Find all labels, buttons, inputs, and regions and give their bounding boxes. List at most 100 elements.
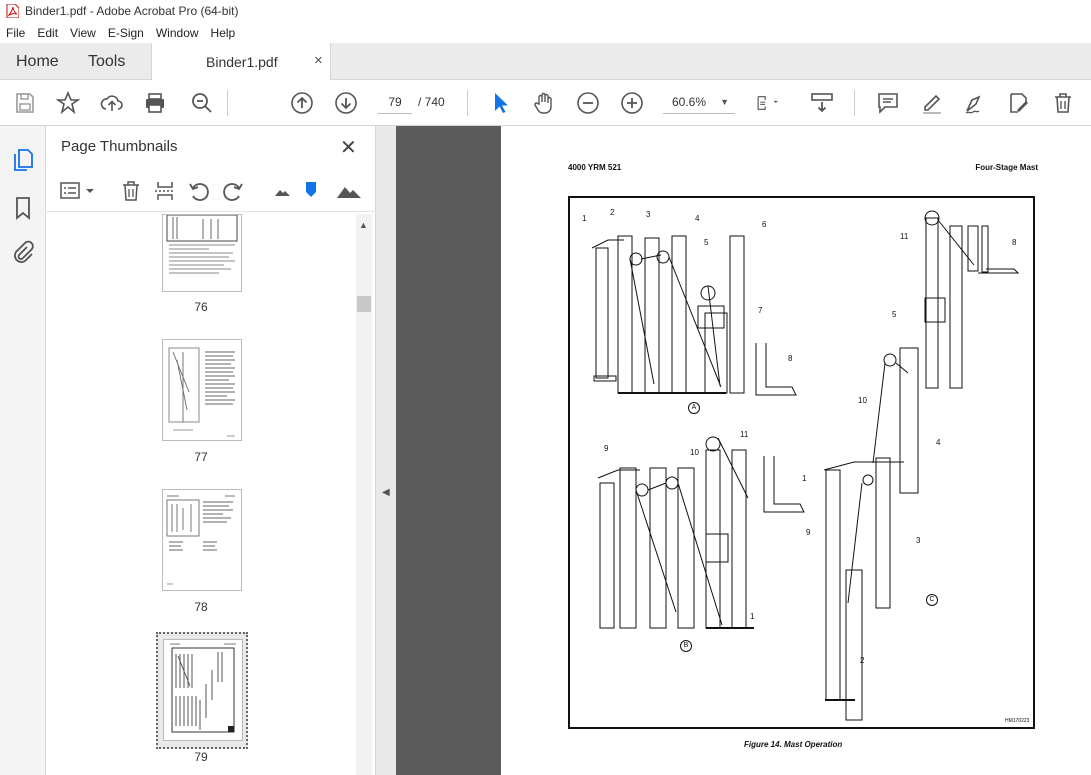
hand-icon[interactable] xyxy=(532,91,556,115)
figure-callout-3: 3 xyxy=(916,536,921,545)
figure-callout-4: 4 xyxy=(695,214,700,223)
scroll-up-icon[interactable]: ▲ xyxy=(359,220,368,230)
edit-pdf-icon[interactable] xyxy=(1007,91,1031,115)
figure-callout-1: 1 xyxy=(582,214,587,223)
figure-section-C: C xyxy=(926,594,938,606)
tab-document[interactable]: Binder1.pdf × xyxy=(151,43,331,80)
toolbar: 79 / 740 60.6% ▼ xyxy=(0,80,1091,126)
figure-callout-1: 1 xyxy=(750,612,755,621)
title-bar: Binder1.pdf - Adobe Acrobat Pro (64-bit) xyxy=(0,0,1091,22)
sign-icon[interactable] xyxy=(963,91,987,115)
thumbnail-page-76[interactable] xyxy=(162,214,242,292)
figure-callout-1: 1 xyxy=(802,474,807,483)
thumbnail-label-79: 79 xyxy=(194,750,208,764)
bookmark-star-icon[interactable] xyxy=(55,90,81,115)
figure-callout-10: 10 xyxy=(858,396,867,405)
zoom-select[interactable]: 60.6% ▼ xyxy=(663,90,735,114)
toolbar-separator xyxy=(854,90,855,116)
thumbnail-page-78[interactable] xyxy=(162,489,242,591)
fit-page-icon[interactable] xyxy=(756,91,790,115)
tab-close-icon[interactable]: × xyxy=(314,52,323,69)
page-number-input[interactable]: 79 xyxy=(378,90,412,114)
panel-toolbar xyxy=(46,172,376,212)
figure-callout-4: 4 xyxy=(936,438,941,447)
thumbnail-scrollbar[interactable]: ▲ xyxy=(356,214,372,775)
thumbnail-size-large-icon[interactable] xyxy=(336,180,362,202)
figure-callout-3: 3 xyxy=(646,210,651,219)
figure-callout-5: 5 xyxy=(704,238,709,247)
thumbnail-label-76: 76 xyxy=(194,300,208,314)
panel-collapse-handle[interactable]: ◀ xyxy=(376,126,396,775)
figure-callout-7: 7 xyxy=(758,306,763,315)
page-thumbnails-icon[interactable] xyxy=(11,148,35,172)
figure-section-B: B xyxy=(680,640,692,652)
rotate-left-icon[interactable] xyxy=(188,180,210,202)
tab-bar: Home Tools Binder1.pdf × xyxy=(0,43,1091,80)
figure-frame: 1 1 1 2 2 3 3 4 4 5 5 6 7 8 8 9 9 10 10 11 11 A B C HM170223 xyxy=(568,196,1035,729)
search-zoom-icon[interactable] xyxy=(190,91,214,115)
scroll-mode-icon[interactable] xyxy=(810,91,834,115)
chevron-down-icon: ▼ xyxy=(720,97,729,107)
menu-edit[interactable]: Edit xyxy=(31,26,64,40)
bookmarks-icon[interactable] xyxy=(11,196,35,220)
extract-pages-icon[interactable] xyxy=(154,180,176,202)
thumbnail-label-77: 77 xyxy=(194,450,208,464)
figure-callout-9: 9 xyxy=(806,528,811,537)
thumbnail-size-slider[interactable] xyxy=(304,180,318,202)
figure-section-A: A xyxy=(688,402,700,414)
upload-icon[interactable] xyxy=(100,91,124,115)
figure-callout-5: 5 xyxy=(892,310,897,319)
figure-callout-2: 2 xyxy=(860,656,865,665)
figure-callout-8: 8 xyxy=(1012,238,1017,247)
thumbnails-panel: Page Thumbnails ✕ 76 77 78 79 ▲ xyxy=(46,126,376,775)
figure-callout-11: 11 xyxy=(900,232,909,241)
select-cursor-icon[interactable] xyxy=(488,91,512,115)
acrobat-app-icon xyxy=(6,4,19,18)
zoom-in-icon[interactable] xyxy=(620,91,644,115)
thumbnail-label-78: 78 xyxy=(194,600,208,614)
highlight-icon[interactable] xyxy=(920,91,944,115)
panel-close-icon[interactable]: ✕ xyxy=(340,135,357,160)
thumbnail-page-77[interactable] xyxy=(162,339,242,441)
figure-callout-8: 8 xyxy=(788,354,793,363)
panel-title: Page Thumbnails xyxy=(61,138,178,155)
options-menu-icon[interactable] xyxy=(60,180,96,202)
attachments-icon[interactable] xyxy=(11,240,35,264)
print-icon[interactable] xyxy=(143,91,167,115)
next-page-icon[interactable] xyxy=(334,91,358,115)
thumbnail-size-small-icon[interactable] xyxy=(272,180,294,202)
menu-file[interactable]: File xyxy=(0,26,31,40)
pdf-page: 4000 YRM 521 Four-Stage Mast 1 1 1 2 2 3… xyxy=(501,126,1091,775)
menu-help[interactable]: Help xyxy=(205,26,242,40)
page-header-left: 4000 YRM 521 xyxy=(568,163,622,172)
thumbnail-list: 76 77 78 79 xyxy=(46,214,356,775)
menu-esign[interactable]: E-Sign xyxy=(102,26,150,40)
comment-icon[interactable] xyxy=(876,91,900,115)
document-viewer[interactable]: 4000 YRM 521 Four-Stage Mast 1 1 1 2 2 3… xyxy=(396,126,1091,775)
figure-callout-11: 11 xyxy=(740,430,749,439)
figure-callout-9: 9 xyxy=(604,444,609,453)
window-title: Binder1.pdf - Adobe Acrobat Pro (64-bit) xyxy=(25,4,239,18)
page-total: / 740 xyxy=(418,95,445,109)
figure-callout-2: 2 xyxy=(610,208,615,217)
figure-callout-6: 6 xyxy=(762,220,767,229)
figure-code: HM170223 xyxy=(1005,718,1030,724)
rotate-right-icon[interactable] xyxy=(222,180,244,202)
tab-document-label: Binder1.pdf xyxy=(206,54,278,70)
tab-tools[interactable]: Tools xyxy=(88,53,125,71)
menu-window[interactable]: Window xyxy=(150,26,205,40)
prev-page-icon[interactable] xyxy=(290,91,314,115)
delete-icon[interactable] xyxy=(1051,91,1075,115)
figure-callout-10: 10 xyxy=(690,448,699,457)
zoom-value: 60.6% xyxy=(672,95,707,109)
tab-home[interactable]: Home xyxy=(16,53,59,71)
scrollbar-thumb[interactable] xyxy=(357,296,371,312)
thumbnail-page-79[interactable] xyxy=(163,639,243,741)
menu-view[interactable]: View xyxy=(64,26,102,40)
save-icon[interactable] xyxy=(13,91,37,115)
left-rail xyxy=(0,126,46,775)
delete-pages-icon[interactable] xyxy=(120,180,142,202)
toolbar-separator xyxy=(467,90,468,116)
zoom-out-icon[interactable] xyxy=(576,91,600,115)
collapse-arrow-icon[interactable]: ◀ xyxy=(382,487,390,498)
